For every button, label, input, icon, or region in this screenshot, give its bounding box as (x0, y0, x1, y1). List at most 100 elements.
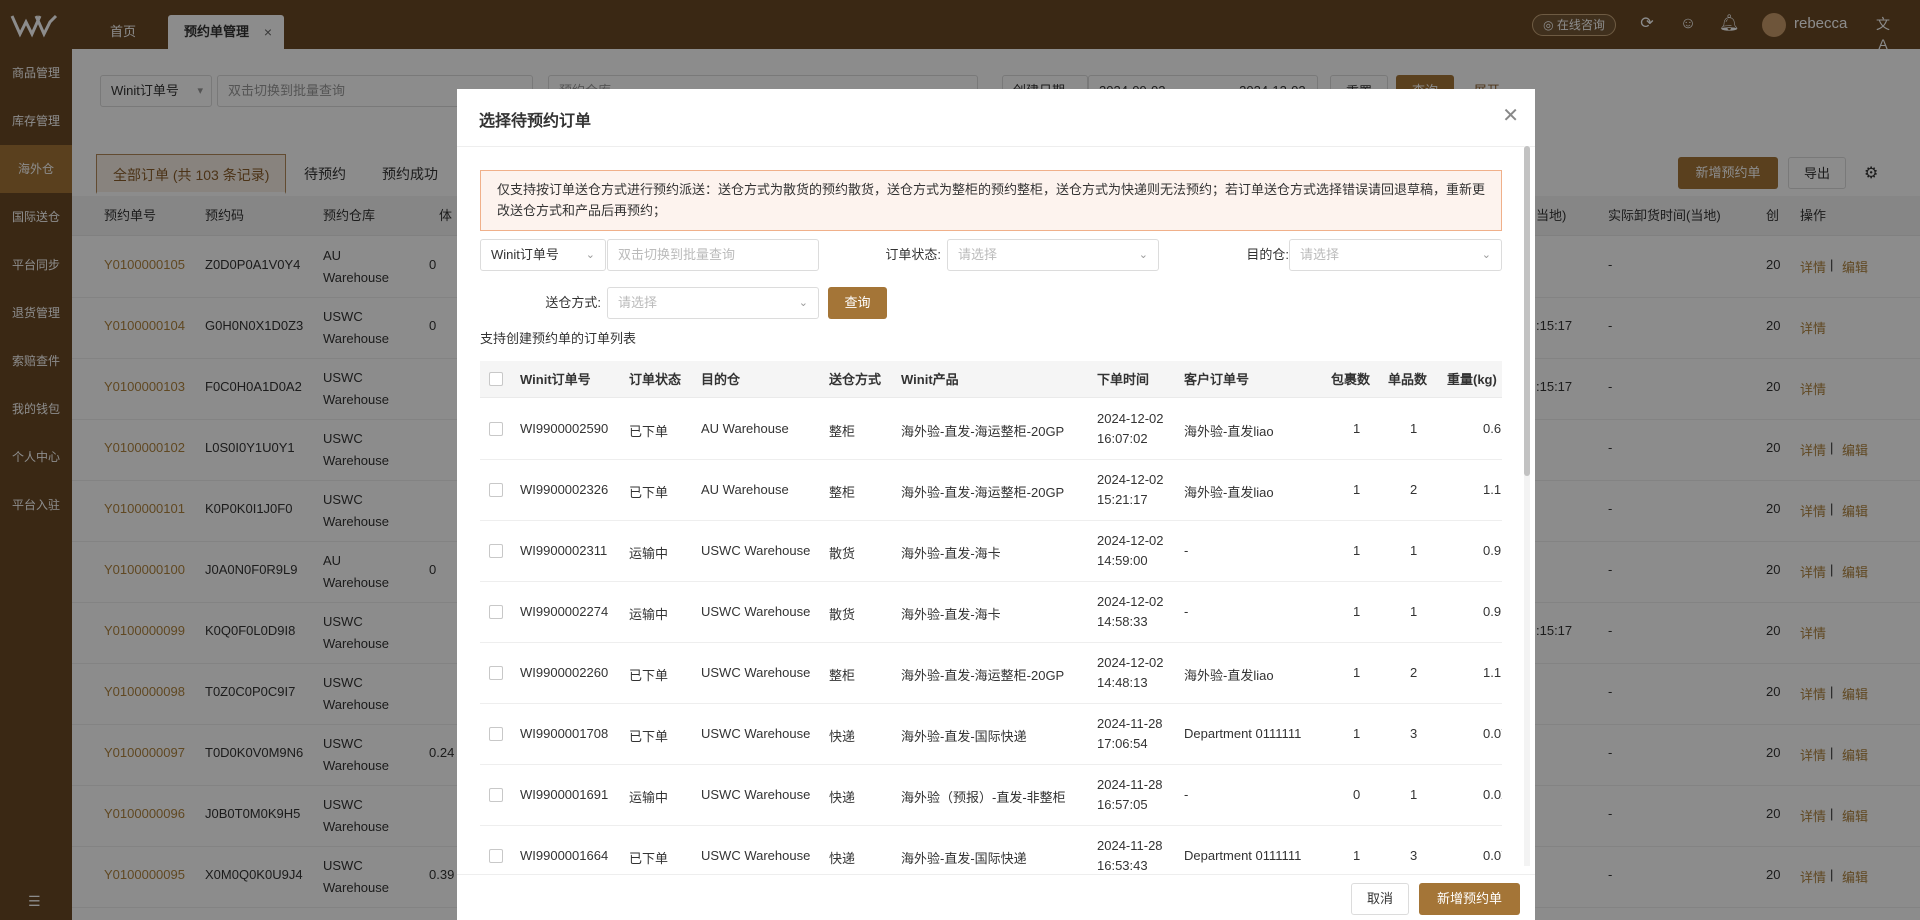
winit-product: 海外验-直发-国际快递 (901, 851, 1027, 866)
winit-order-id: WI9900002260 (520, 665, 609, 680)
order-time: 14:59:00 (1097, 553, 1148, 568)
winit-order-id: WI9900002590 (520, 421, 609, 436)
row-checkbox[interactable] (489, 605, 503, 619)
order-status: 运输中 (629, 607, 669, 622)
order-status: 已下单 (629, 668, 669, 683)
order-time: 15:21:17 (1097, 492, 1148, 507)
modal-title: 选择待预约订单 (479, 113, 592, 130)
scrollbar-thumb[interactable] (1524, 146, 1530, 476)
order-date: 2024-12-02 (1097, 411, 1164, 426)
select-all-checkbox[interactable] (489, 372, 503, 386)
winit-order-id: WI9900001691 (520, 787, 609, 802)
customer-order-number: 海外验-直发liao (1184, 424, 1274, 439)
customer-order-number: - (1184, 604, 1189, 619)
row-checkbox[interactable] (489, 483, 503, 497)
delivery-method: 整柜 (829, 424, 856, 439)
divider (457, 874, 1535, 875)
row-checkbox[interactable] (489, 788, 503, 802)
order-status: 已下单 (629, 424, 669, 439)
modal-scrollbar[interactable] (1524, 146, 1530, 866)
winit-order-id: WI9900001708 (520, 726, 609, 741)
customer-order-number: 海外验-直发liao (1184, 668, 1274, 683)
table-header: Winit订单号 订单状态 目的仓 送仓方式 Winit产品 下单时间 客户订单… (480, 361, 1502, 398)
table-row[interactable]: WI9900002590 已下单 AU Warehouse 整柜 海外验-直发-海运整柜… (480, 399, 1502, 460)
order-search-input[interactable]: 双击切换到批量查询 (607, 239, 819, 271)
delivery-method: 快递 (829, 851, 856, 866)
row-checkbox[interactable] (489, 666, 503, 680)
destination-select[interactable]: 请选择 ⌄ (1289, 239, 1502, 271)
weight-kg: 1.1 (1483, 482, 1502, 497)
delivery-method: 快递 (829, 729, 856, 744)
destination-warehouse: USWC Warehouse (701, 726, 811, 741)
query-button[interactable]: 查询 (828, 287, 887, 319)
winit-order-id: WI9900001664 (520, 848, 609, 863)
package-count: 1 (1353, 665, 1361, 680)
delivery-method: 整柜 (829, 485, 856, 500)
cancel-button[interactable]: 取消 (1351, 883, 1409, 915)
order-status: 运输中 (629, 546, 669, 561)
item-count: 1 (1410, 787, 1418, 802)
table-row[interactable]: WI9900002260 已下单 USWC Warehouse 整柜 海外验-直发-海运… (480, 643, 1502, 704)
order-time: 14:48:13 (1097, 675, 1148, 690)
winit-product: 海外验-直发-海运整柜-20GP (901, 485, 1065, 500)
order-time: 14:58:33 (1097, 614, 1148, 629)
row-checkbox[interactable] (489, 727, 503, 741)
weight-kg: 0.025 (1483, 787, 1502, 802)
order-date: 2024-12-02 (1097, 472, 1164, 487)
winit-order-id: WI9900002311 (520, 543, 608, 558)
order-date: 2024-12-02 (1097, 655, 1164, 670)
destination-warehouse: AU Warehouse (701, 482, 789, 497)
winit-product: 海外验-直发-国际快递 (901, 729, 1027, 744)
table-row[interactable]: WI9900002274 运输中 USWC Warehouse 散货 海外验-直发-海卡… (480, 582, 1502, 643)
order-status: 已下单 (629, 485, 669, 500)
table-row[interactable]: WI9900001708 已下单 USWC Warehouse 快递 海外验-直发-国际… (480, 704, 1502, 765)
order-date: 2024-11-28 (1097, 716, 1163, 731)
status-select[interactable]: 请选择 ⌄ (947, 239, 1159, 271)
select-orders-modal: 选择待预约订单 ✕ 仅支持按订单送仓方式进行预约派送：送仓方式为散货的预约散货，… (457, 89, 1535, 920)
package-count: 1 (1353, 421, 1361, 436)
row-checkbox[interactable] (489, 849, 503, 863)
table-row[interactable]: WI9900002311 运输中 USWC Warehouse 散货 海外验-直发-海卡… (480, 521, 1502, 582)
order-type-select[interactable]: Winit订单号 ⌄ (480, 239, 606, 271)
row-checkbox[interactable] (489, 422, 503, 436)
order-time: 16:53:43 (1097, 858, 1148, 871)
delivery-method-select[interactable]: 请选择 ⌄ (607, 287, 819, 319)
package-count: 1 (1353, 543, 1361, 558)
destination-warehouse: USWC Warehouse (701, 665, 811, 680)
item-count: 1 (1410, 604, 1418, 619)
customer-order-number: - (1184, 787, 1189, 802)
delivery-method-label: 送仓方式: (545, 295, 601, 310)
weight-kg: 1.1 (1483, 665, 1502, 680)
order-date: 2024-12-02 (1097, 594, 1164, 609)
add-reservation-button[interactable]: 新增预约单 (1419, 883, 1520, 915)
item-count: 3 (1410, 848, 1418, 863)
status-label: 订单状态: (885, 247, 941, 262)
row-checkbox[interactable] (489, 544, 503, 558)
winit-product: 海外验-直发-海运整柜-20GP (901, 424, 1065, 439)
order-time: 17:06:54 (1097, 736, 1148, 751)
package-count: 1 (1353, 482, 1361, 497)
table-row[interactable]: WI9900002326 已下单 AU Warehouse 整柜 海外验-直发-海运整柜… (480, 460, 1502, 521)
chevron-down-icon: ⌄ (1138, 249, 1148, 261)
order-date: 2024-12-02 (1097, 533, 1164, 548)
order-status: 已下单 (629, 729, 669, 744)
destination-warehouse: USWC Warehouse (701, 848, 811, 863)
table-row[interactable]: WI9900001664 已下单 USWC Warehouse 快递 海外验-直发-国际… (480, 826, 1502, 871)
close-icon[interactable]: ✕ (1502, 103, 1519, 128)
package-count: 1 (1353, 604, 1361, 619)
package-count: 1 (1353, 848, 1361, 863)
chevron-down-icon: ⌄ (1481, 249, 1491, 261)
order-time: 16:57:05 (1097, 797, 1148, 812)
order-date: 2024-11-28 (1097, 838, 1163, 853)
weight-kg: 0.075 (1483, 726, 1502, 741)
weight-kg: 0.9 (1483, 604, 1502, 619)
orders-table: Winit订单号 订单状态 目的仓 送仓方式 Winit产品 下单时间 客户订单… (480, 361, 1502, 871)
customer-order-number: Department 0111111 (1184, 848, 1302, 863)
destination-warehouse: USWC Warehouse (701, 787, 811, 802)
table-row[interactable]: WI9900001691 运输中 USWC Warehouse 快递 海外验（预报）-直… (480, 765, 1502, 826)
destination-warehouse: AU Warehouse (701, 421, 789, 436)
delivery-method: 整柜 (829, 668, 856, 683)
order-status: 已下单 (629, 851, 669, 866)
customer-order-number: Department 0111111 (1184, 726, 1302, 741)
item-count: 3 (1410, 726, 1418, 741)
